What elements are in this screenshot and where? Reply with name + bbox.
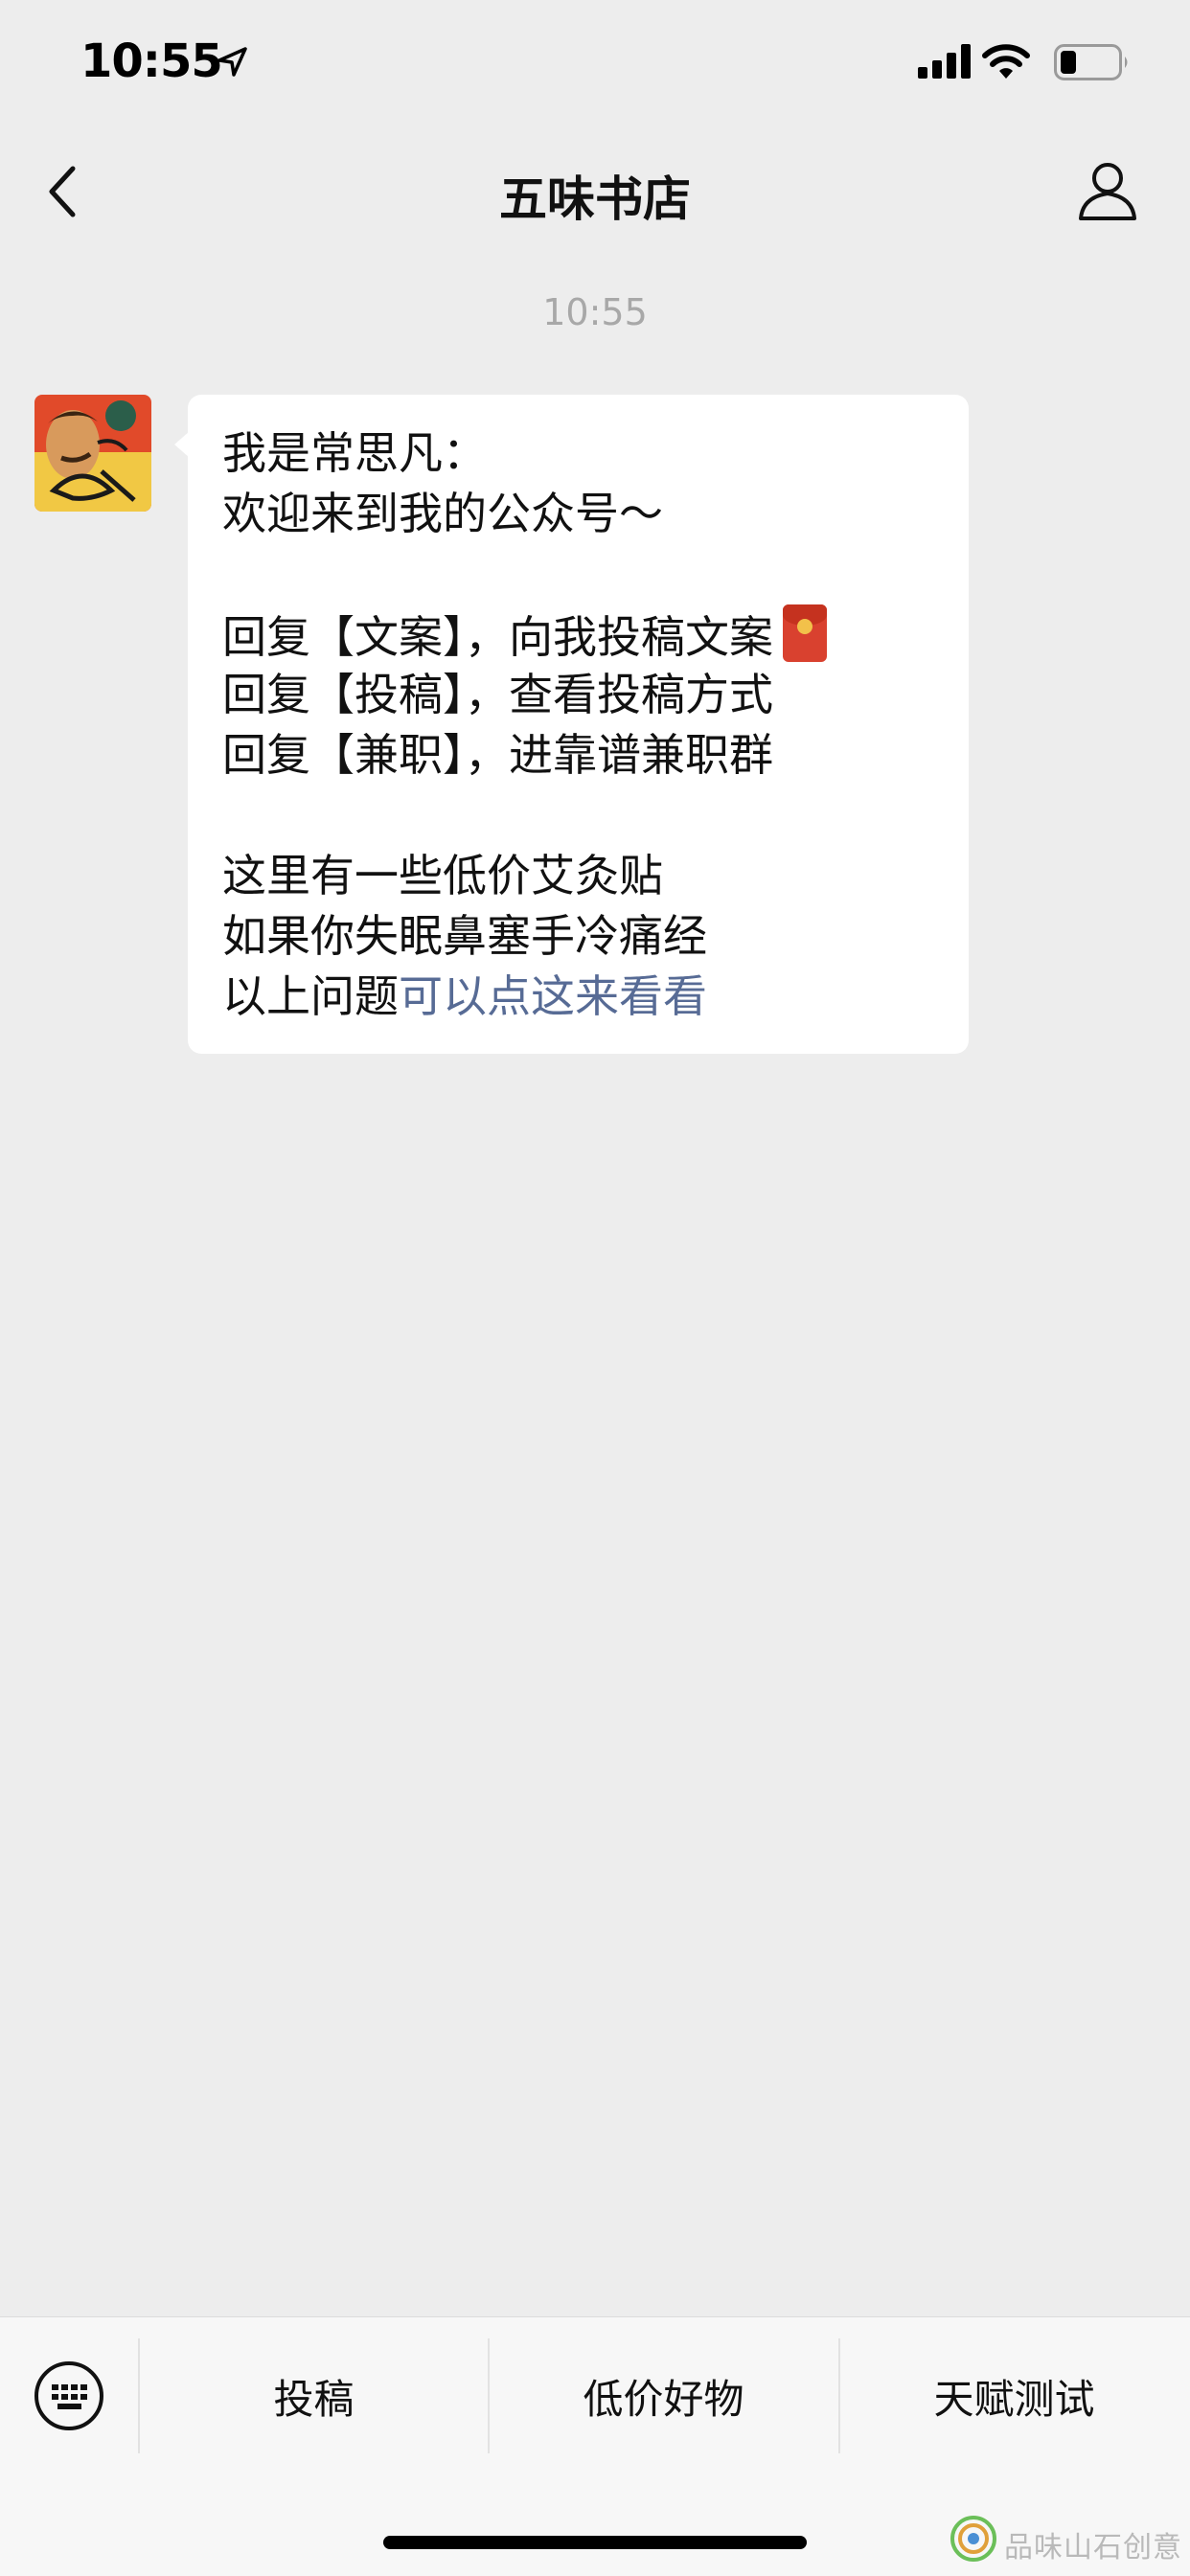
location-arrow-icon <box>217 46 249 82</box>
page-title: 五味书店 <box>499 171 691 227</box>
menu-item-talent-test[interactable]: 天赋测试 <box>839 2338 1189 2453</box>
message-bubble: 我是常思凡： 欢迎来到我的公众号～ 回复【文案】，向我投稿文案 回复【投稿】，查… <box>174 395 969 1054</box>
home-indicator[interactable] <box>383 2536 807 2549</box>
menu-item-submit[interactable]: 投稿 <box>139 2338 489 2453</box>
message-line: 回复【投稿】，查看投稿方式 <box>222 669 773 720</box>
status-time: 10:55 <box>80 34 223 88</box>
watermark-logo: 品味山石创意 <box>949 2514 1181 2565</box>
person-icon <box>1073 163 1142 230</box>
cellular-signal-icon <box>918 44 972 82</box>
message-line: 如果你失眠鼻塞手冷痛经 <box>222 910 707 962</box>
profile-button[interactable] <box>1073 157 1142 226</box>
message-line-text: 以上问题 <box>222 970 399 1022</box>
status-bar: 10:55 <box>0 0 1190 134</box>
keyboard-toggle-button[interactable] <box>33 2359 105 2432</box>
wifi-icon <box>981 42 1031 84</box>
message-line: 以上问题可以点这来看看 <box>222 967 950 1027</box>
avatar[interactable] <box>34 395 151 512</box>
message-timestamp: 10:55 <box>542 291 648 333</box>
nav-bar: 五味书店 <box>0 134 1190 249</box>
message-line: 回复【兼职】，进靠谱兼职群 <box>222 729 773 781</box>
menu-item-deals[interactable]: 低价好物 <box>489 2338 838 2453</box>
message-line: 这里有一些低价艾灸贴 <box>222 850 663 901</box>
message-line-text: 回复【文案】，向我投稿文案 <box>222 611 773 663</box>
message-line: 欢迎来到我的公众号～ <box>222 488 663 539</box>
message-line: 我是常思凡： <box>222 427 487 479</box>
message-link[interactable]: 可以点这来看看 <box>399 970 707 1022</box>
keyboard-icon <box>33 2361 105 2436</box>
message-line: 回复【文案】，向我投稿文案 <box>222 604 950 665</box>
battery-icon <box>1054 44 1131 84</box>
red-packet-icon <box>783 604 827 662</box>
